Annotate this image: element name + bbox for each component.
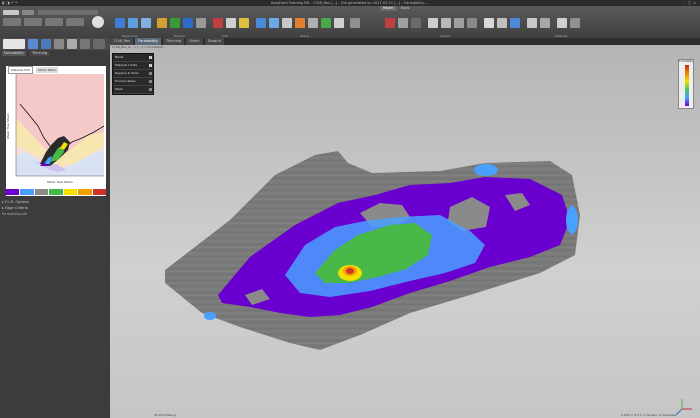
layout-icon[interactable] <box>385 18 395 28</box>
fld-options-row[interactable]: ▸ F.L.D. Options <box>2 200 29 204</box>
camera-icon[interactable] <box>308 18 318 28</box>
display-button[interactable] <box>66 18 84 26</box>
drawin-result-icon[interactable] <box>67 39 77 49</box>
legend-crack[interactable] <box>92 189 106 195</box>
doc-tab-strain[interactable]: Strain <box>186 38 203 45</box>
gear-icon[interactable] <box>570 18 580 28</box>
fld-plot-panel: Material FLD Strain Paths Major True Str… <box>6 66 106 196</box>
edit-icon[interactable] <box>213 18 223 28</box>
compress-spot-2 <box>566 206 578 234</box>
formed-part[interactable] <box>110 45 700 418</box>
status-right: 1,000 × 0.5 × 1 (Scale) / 2 Variables <box>621 413 676 417</box>
material-icon[interactable] <box>128 18 138 28</box>
status-left: 25.00 Drawing <box>154 413 177 417</box>
compress-spot-3 <box>204 312 216 320</box>
fld-options-label: F.L.D. Options <box>4 200 29 204</box>
fld-legend <box>6 189 106 195</box>
mesh-icon[interactable] <box>510 18 520 28</box>
edge-criteria-label: Edge Criteria <box>4 206 28 210</box>
results-panel: Formability Thinning Material FLD Strain… <box>0 38 111 418</box>
zoom-icon[interactable] <box>282 18 292 28</box>
grid-icon[interactable] <box>527 18 537 28</box>
view-front-icon[interactable] <box>441 18 451 28</box>
layout-button[interactable] <box>24 18 42 26</box>
panel-icon[interactable] <box>411 18 421 28</box>
settings-icon[interactable] <box>557 18 567 28</box>
shading-icon[interactable] <box>497 18 507 28</box>
ruler-icon[interactable] <box>540 18 550 28</box>
ribbon: Model Tools Resources Results Edit Setup… <box>0 6 700 39</box>
view-iso-icon[interactable] <box>467 18 477 28</box>
results-toolbar <box>0 38 110 50</box>
3d-viewport[interactable]: 1708_Rev_R... > [...] > Formability Blan… <box>110 45 700 418</box>
close-icon[interactable]: × <box>693 1 698 5</box>
highlight-icon[interactable] <box>239 18 249 28</box>
crack-zone <box>346 268 354 274</box>
formability-result-icon[interactable] <box>3 39 25 49</box>
strain-result-icon[interactable] <box>41 39 51 49</box>
setup-icon[interactable] <box>256 18 266 28</box>
y-axis-label: Major True Strain <box>6 113 10 139</box>
x-axis-label: Minor True Strain <box>47 180 73 184</box>
section-icon[interactable] <box>196 18 206 28</box>
results-icon[interactable] <box>157 18 167 28</box>
legend-safe[interactable] <box>49 189 63 195</box>
ribbon-tabs: Model Tools <box>380 6 412 11</box>
main-area: 1708_Rev Formability Thinning Strain Dra… <box>110 38 700 418</box>
doc-tab-thinning[interactable]: Thinning <box>162 38 185 45</box>
thinning-result-icon[interactable] <box>28 39 38 49</box>
doc-tab-model[interactable]: 1708_Rev <box>110 38 134 45</box>
viewport-status: 25.00 Drawing 1,000 × 0.5 × 1 (Scale) / … <box>110 413 700 418</box>
toolbar-dropdown[interactable] <box>22 10 34 15</box>
curve-icon[interactable] <box>269 18 279 28</box>
edge-criteria-row[interactable]: ▸ Edge Criteria <box>2 206 28 210</box>
legend-insufficient[interactable] <box>34 189 49 195</box>
tab-thinning[interactable]: Thinning <box>30 51 50 56</box>
resources-icon[interactable] <box>115 18 125 28</box>
ribbon-tab-model[interactable]: Model <box>380 6 397 11</box>
split-icon[interactable] <box>398 18 408 28</box>
play-icon[interactable] <box>92 16 104 28</box>
tab-formability[interactable]: Formability <box>2 51 26 56</box>
app-menu-button[interactable] <box>3 10 19 15</box>
display-mode-icon[interactable] <box>484 18 494 28</box>
formability-icon[interactable] <box>170 18 180 28</box>
options-button[interactable] <box>45 18 63 26</box>
springback-result-icon[interactable] <box>80 39 90 49</box>
info-icon[interactable] <box>350 18 360 28</box>
stress-result-icon[interactable] <box>54 39 64 49</box>
ribbon-tab-tools[interactable]: Tools <box>398 6 413 11</box>
export-icon[interactable] <box>321 18 331 28</box>
measure-icon[interactable] <box>226 18 236 28</box>
legend-thickening[interactable] <box>6 189 20 195</box>
legend-risk[interactable] <box>78 189 92 195</box>
report-icon[interactable] <box>334 18 344 28</box>
fld-chart: Major True Strain Minor True Strain <box>6 74 105 184</box>
compress-spot-1 <box>474 164 498 176</box>
more-results-icon[interactable] <box>93 39 105 49</box>
legend-compress[interactable] <box>20 189 34 195</box>
view-button[interactable] <box>3 18 21 26</box>
tools-icon[interactable] <box>141 18 151 28</box>
doc-tab-drawin[interactable]: Draw-in <box>204 38 225 45</box>
legend-excess-thinning[interactable] <box>63 189 78 195</box>
view-side-icon[interactable] <box>454 18 464 28</box>
view-top-icon[interactable] <box>428 18 438 28</box>
document-tabs: 1708_Rev Formability Thinning Strain Dra… <box>110 38 700 45</box>
doc-tab-formability[interactable]: Formability <box>135 38 161 45</box>
formability-file-label: formability.afd <box>2 212 28 216</box>
model-selector[interactable] <box>38 10 98 15</box>
thinning-icon[interactable] <box>183 18 193 28</box>
animation-icon[interactable] <box>295 18 305 28</box>
